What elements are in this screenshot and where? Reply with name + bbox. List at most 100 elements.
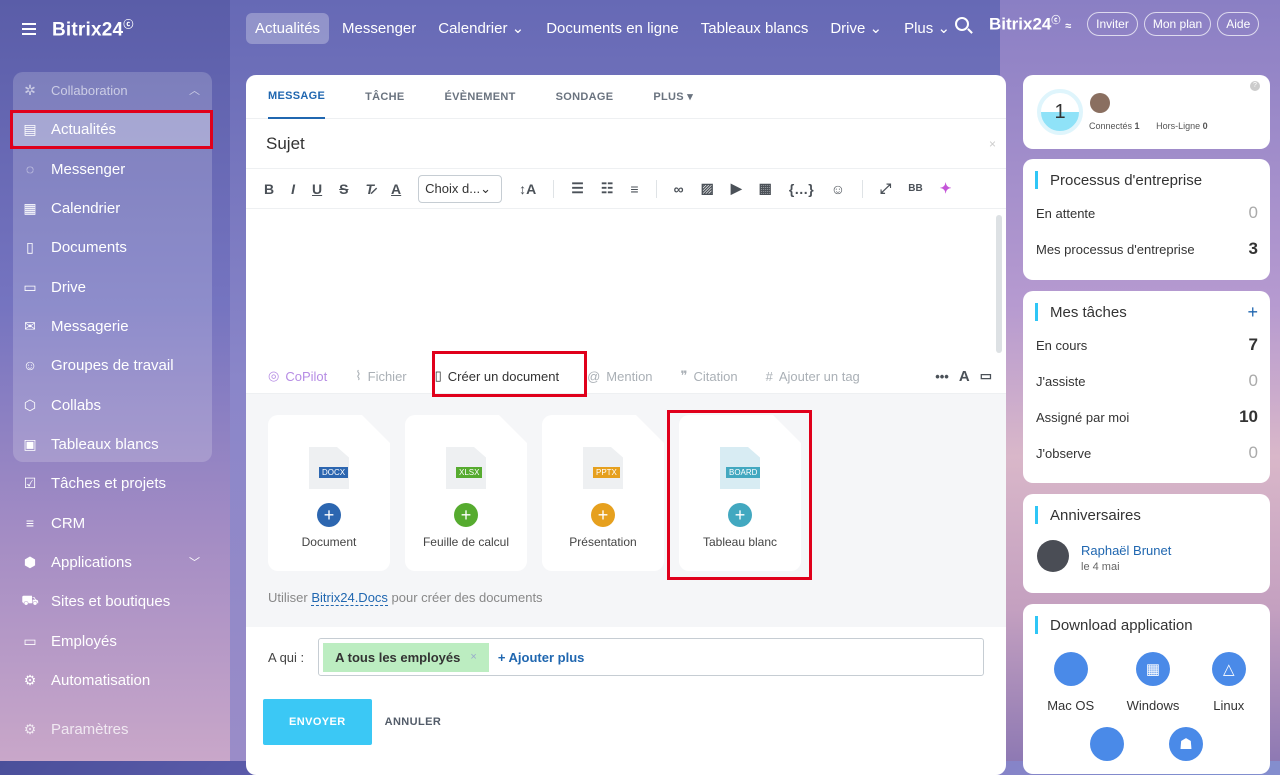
download-title[interactable]: Download application xyxy=(1035,616,1270,634)
avatar[interactable] xyxy=(1037,540,1069,572)
panel-icon[interactable]: ▭ xyxy=(980,368,992,384)
sidebar-item-sites[interactable]: ⛟ Sites et boutiques xyxy=(13,583,212,619)
add-icon[interactable]: + xyxy=(317,503,341,527)
emoji-icon[interactable]: ☺ xyxy=(831,181,845,197)
plan-button[interactable]: Mon plan xyxy=(1143,12,1212,36)
code-icon[interactable]: {…} xyxy=(789,181,814,197)
more-icon[interactable]: ••• xyxy=(935,369,949,384)
image-icon[interactable]: ▨ xyxy=(701,180,714,197)
add-task-icon[interactable]: + xyxy=(1247,302,1258,323)
search-icon[interactable] xyxy=(955,17,969,31)
quote-button[interactable]: ❞ Citation xyxy=(681,368,738,384)
sidebar-item-tableaux-blancs[interactable]: ▣ Tableaux blancs xyxy=(13,426,212,462)
message-editor[interactable] xyxy=(246,209,1006,359)
sidebar-group-collaboration[interactable]: ✲ Collaboration ︿ xyxy=(13,72,212,108)
bitrix24-docs-link[interactable]: Bitrix24.Docs xyxy=(311,590,388,606)
sidebar-item-documents[interactable]: ▯ Documents xyxy=(13,229,212,265)
bold-icon[interactable]: B xyxy=(264,181,274,197)
online-count[interactable]: 1 xyxy=(1037,89,1083,135)
doc-card-presentation[interactable]: PPTX + Présentation xyxy=(542,415,664,571)
nav-actualites[interactable]: Actualités xyxy=(246,12,330,44)
sidebar-item-messenger[interactable]: ◌ Messenger xyxy=(13,151,212,187)
process-title[interactable]: Processus d'entreprise xyxy=(1035,171,1270,189)
numbered-list-icon[interactable]: ☰ xyxy=(571,180,584,197)
tab-evenement[interactable]: ÉVÈNEMENT xyxy=(445,75,516,119)
task-row[interactable]: J'assiste 0 xyxy=(1023,363,1270,399)
mention-button[interactable]: @ Mention xyxy=(587,369,652,384)
remove-icon[interactable]: × xyxy=(470,651,476,663)
sidebar-item-applications[interactable]: ⬢ Applications ﹀ xyxy=(13,544,212,580)
sidebar-item-calendrier[interactable]: ▦ Calendrier xyxy=(13,190,212,226)
text-format-icon[interactable]: A xyxy=(959,368,970,385)
add-icon[interactable]: + xyxy=(591,503,615,527)
add-icon[interactable]: + xyxy=(454,503,478,527)
android-icon[interactable]: ☗ xyxy=(1169,727,1203,761)
nav-messenger[interactable]: Messenger xyxy=(333,13,425,44)
ai-image-icon[interactable]: ✦ xyxy=(940,180,952,197)
bullet-list-icon[interactable]: ☷ xyxy=(601,180,614,197)
nav-documents-en-ligne[interactable]: Documents en ligne xyxy=(537,13,688,44)
brand-logo[interactable]: Bitrix24ⓒ xyxy=(52,16,134,41)
help-button[interactable]: Aide xyxy=(1217,12,1260,36)
sidebar-item-groupes[interactable]: ☺ Groupes de travail xyxy=(13,347,212,383)
nav-plus[interactable]: Plus ⌄ xyxy=(895,12,959,44)
birthday-person[interactable]: Raphaël Brunet xyxy=(1081,543,1171,558)
sidebar-item-parametres[interactable]: ⚙ Paramètres xyxy=(13,711,212,747)
strikethrough-icon[interactable]: S xyxy=(339,181,348,197)
birthdays-title[interactable]: Anniversaires xyxy=(1035,506,1270,524)
process-row[interactable]: Mes processus d'entreprise 3 xyxy=(1023,231,1270,267)
fullscreen-icon[interactable]: ⤢ xyxy=(880,180,891,197)
italic-icon[interactable]: I xyxy=(291,181,295,197)
send-button[interactable]: ENVOYER xyxy=(263,699,372,745)
invite-button[interactable]: Inviter xyxy=(1087,12,1138,36)
download-macos[interactable]: Mac OS xyxy=(1047,652,1094,713)
task-row[interactable]: En cours 7 xyxy=(1023,327,1270,363)
download-linux[interactable]: △ Linux xyxy=(1211,652,1246,713)
table-icon[interactable]: ▦ xyxy=(759,180,772,197)
file-button[interactable]: ⌇ Fichier xyxy=(355,368,406,384)
align-icon[interactable]: ≡ xyxy=(630,181,638,197)
font-color-icon[interactable]: A xyxy=(391,181,401,197)
avatar[interactable] xyxy=(1090,93,1110,113)
sidebar-item-collabs[interactable]: ⬡ Collabs xyxy=(13,387,212,423)
download-windows[interactable]: ▦ Windows xyxy=(1127,652,1179,713)
scrollbar[interactable] xyxy=(996,215,1002,353)
tasks-title[interactable]: Mes tâches + xyxy=(1035,302,1270,323)
add-tag-button[interactable]: # Ajouter un tag xyxy=(766,369,860,384)
nav-tableaux-blancs[interactable]: Tableaux blancs xyxy=(692,13,818,44)
tab-sondage[interactable]: SONDAGE xyxy=(556,75,614,119)
sidebar-item-drive[interactable]: ▭ Drive xyxy=(13,269,212,305)
add-more-link[interactable]: + Ajouter plus xyxy=(498,650,585,665)
sidebar-item-crm[interactable]: ≡ CRM xyxy=(13,505,212,541)
nav-drive[interactable]: Drive ⌄ xyxy=(821,12,891,44)
font-size-icon[interactable]: ↕A xyxy=(519,181,536,197)
cancel-button[interactable]: ANNULER xyxy=(385,716,442,728)
sidebar-item-messagerie[interactable]: ✉ Messagerie xyxy=(13,308,212,344)
sidebar-item-employes[interactable]: ▭ Employés xyxy=(13,623,212,659)
underline-icon[interactable]: U xyxy=(312,181,322,197)
bbcode-icon[interactable]: BB xyxy=(908,183,922,194)
copilot-button[interactable]: ◎ CoPilot xyxy=(268,368,327,384)
recipient-tag[interactable]: A tous les employés × xyxy=(323,642,489,672)
subject-input[interactable]: Sujet × xyxy=(246,119,1006,169)
doc-card-spreadsheet[interactable]: XLSX + Feuille de calcul xyxy=(405,415,527,571)
font-select[interactable]: Choix d...⌄ xyxy=(418,174,503,203)
recipients-field[interactable]: A tous les employés × + Ajouter plus xyxy=(318,638,985,676)
sidebar-item-automatisation[interactable]: ⚙ Automatisation xyxy=(13,662,212,698)
nav-calendrier[interactable]: Calendrier ⌄ xyxy=(429,12,533,44)
task-row[interactable]: J'observe 0 xyxy=(1023,435,1270,471)
sidebar-item-taches[interactable]: ☑ Tâches et projets xyxy=(13,465,212,501)
menu-icon[interactable] xyxy=(22,22,36,35)
task-row[interactable]: Assigné par moi 10 xyxy=(1023,399,1270,435)
doc-card-document[interactable]: DOCX + Document xyxy=(268,415,390,571)
close-icon[interactable]: × xyxy=(989,137,996,151)
clear-format-icon[interactable]: T̷ xyxy=(365,181,374,197)
process-row[interactable]: En attente 0 xyxy=(1023,195,1270,231)
ios-icon[interactable] xyxy=(1090,727,1124,761)
tab-tache[interactable]: TÂCHE xyxy=(365,75,404,119)
tab-plus[interactable]: PLUS ▾ xyxy=(653,75,693,119)
link-icon[interactable]: ∞ xyxy=(674,181,684,197)
video-icon[interactable]: ▶ xyxy=(731,180,742,197)
help-icon[interactable]: ? xyxy=(1250,81,1260,91)
tab-message[interactable]: MESSAGE xyxy=(268,75,326,119)
